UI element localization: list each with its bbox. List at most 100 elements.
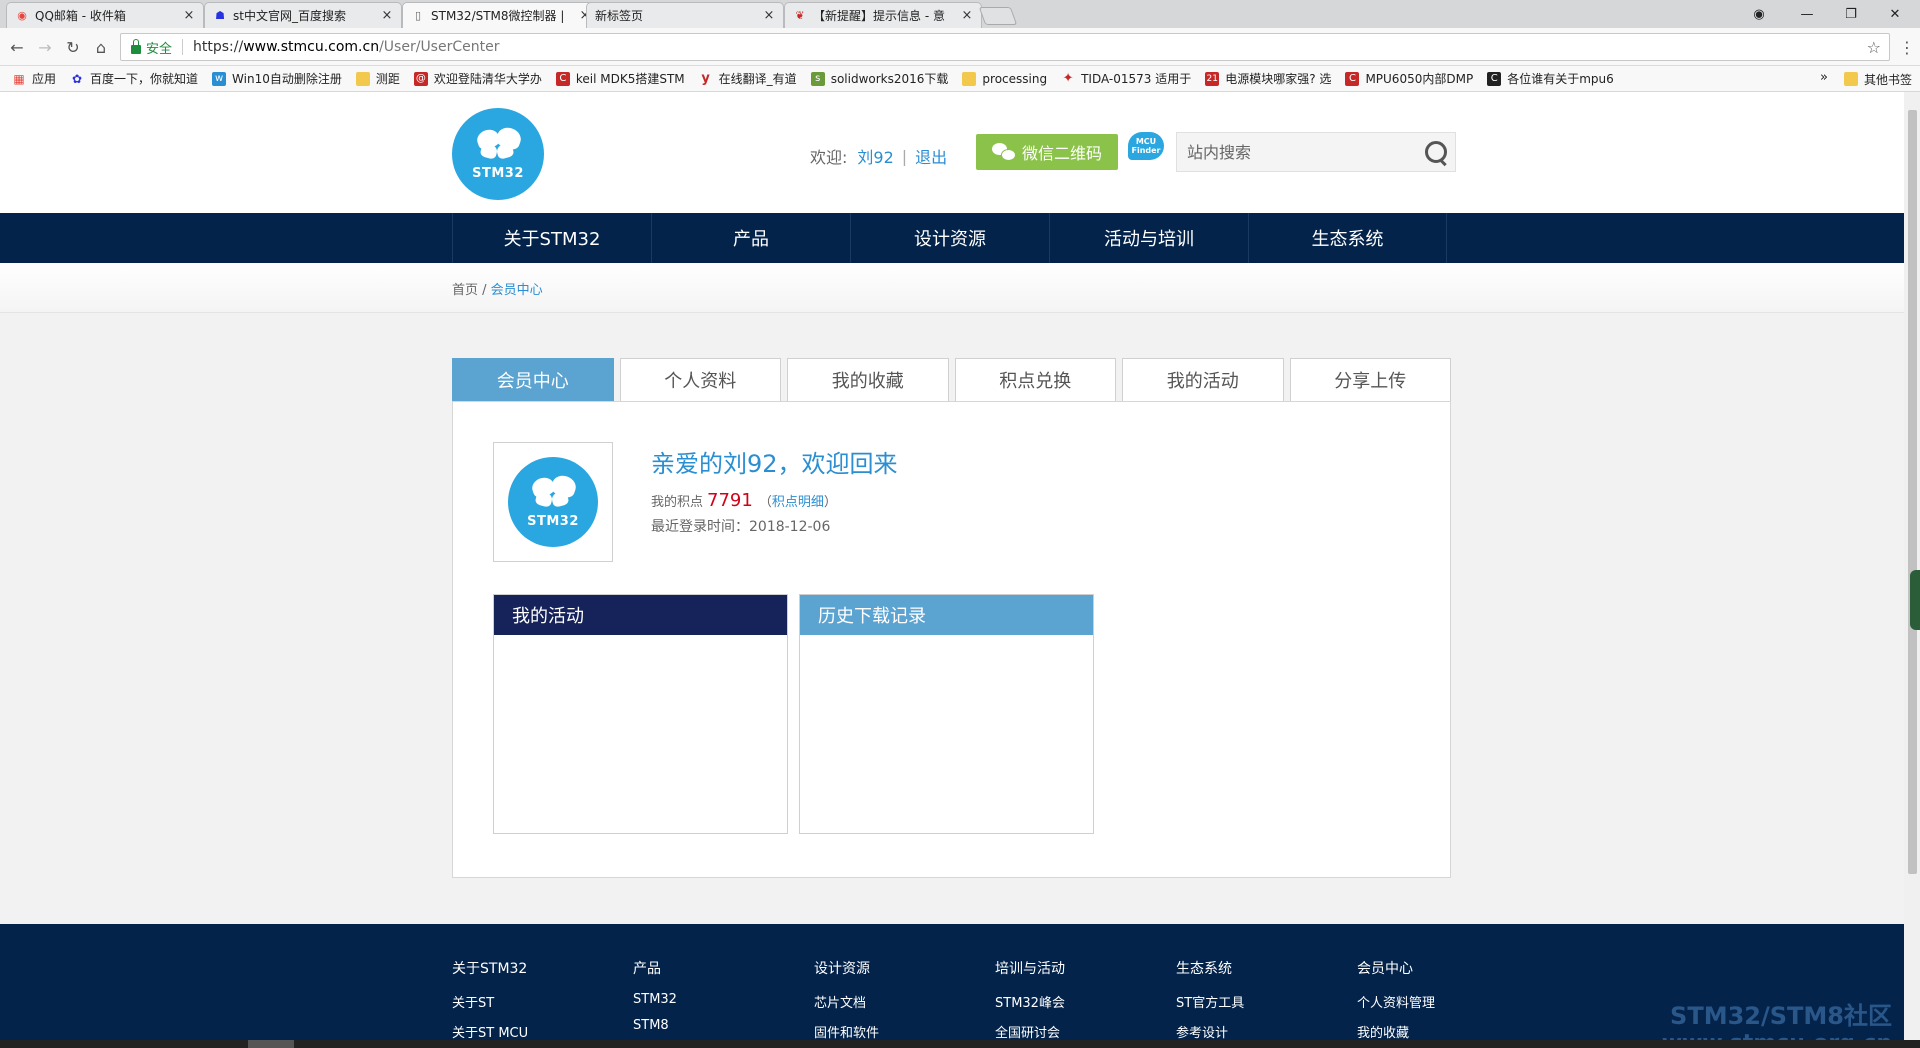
csdn-favicon-icon: C [555,71,570,86]
footer-heading[interactable]: 关于STM32 [452,958,528,978]
folder-icon [962,71,977,86]
footer-heading[interactable]: 生态系统 [1176,958,1244,978]
tab-title: 新标签页 [595,9,644,23]
nav-item-products[interactable]: 产品 [651,213,850,263]
folder-icon [1843,72,1858,86]
browser-tab-stmcu[interactable]: ▯ STM32/STM8微控制器 | × [402,2,600,28]
scrollbar-thumb[interactable] [1908,110,1917,874]
bookmark-label: solidworks2016下载 [830,72,949,86]
tab-close-icon[interactable]: × [763,8,775,23]
tab-title: 【新提醒】提示信息 - 意 [813,9,945,23]
footer-link[interactable]: ST官方工具 [1176,992,1244,1011]
tab-share-upload[interactable]: 分享上传 [1289,358,1451,402]
footer-link[interactable]: 全国研讨会 [995,1022,1065,1041]
new-tab-button[interactable] [978,7,1018,25]
bookmark-item[interactable]: 21 电源模块哪家强? 选 [1205,70,1331,87]
bookmark-item[interactable]: w Win10自动删除注册 [212,70,342,87]
footer-link[interactable]: STM32峰会 [995,992,1065,1011]
url-text[interactable]: https://www.stmcu.com.cn/User/UserCenter [193,39,499,55]
restore-icon[interactable]: ❐ [1830,0,1872,28]
url-host: www.stmcu.com.cn [243,39,380,55]
tab-close-icon[interactable]: × [381,8,393,23]
youdao-favicon-icon: y [701,71,710,86]
search-input[interactable] [1177,133,1415,171]
forward-icon[interactable]: → [34,36,56,58]
points-detail-link[interactable]: 积点明细 [772,491,824,510]
footer-link[interactable]: 芯片文档 [814,992,879,1011]
browser-tab-qqmail[interactable]: ◉ QQ邮箱 - 收件箱 × [6,2,204,28]
bookmark-star-icon[interactable]: ☆ [1867,38,1881,57]
bookmark-item[interactable]: ▦ 应用 [12,70,56,87]
bookmark-item[interactable]: ✿ 百度一下，你就知道 [70,70,198,87]
tab-points-exchange[interactable]: 积点兑换 [954,358,1116,402]
tab-title: QQ邮箱 - 收件箱 [35,9,126,23]
other-bookmarks[interactable]: 其他书签 [1843,66,1912,92]
baidu-favicon-icon: ☗ [215,9,225,22]
menu-icon[interactable]: ⋮ [1896,36,1918,58]
bookmark-item[interactable]: C MPU6050内部DMP [1345,70,1473,87]
profile-icon[interactable]: ◉ [1738,0,1780,28]
reload-icon[interactable]: ↻ [62,36,84,58]
footer-link[interactable]: 参考设计 [1176,1022,1244,1041]
footer-link[interactable]: 我的收藏 [1357,1022,1435,1041]
footer-heading[interactable]: 培训与活动 [995,958,1065,978]
avatar[interactable]: STM32 [493,442,613,562]
nav-item-about[interactable]: 关于STM32 [452,213,651,263]
tab-favorites[interactable]: 我的收藏 [787,358,949,402]
footer-link[interactable]: 固件和软件 [814,1022,879,1041]
bookmark-item[interactable]: C 各位谁有关于mpu6 [1487,70,1614,87]
side-widget-handle[interactable] [1910,570,1920,630]
browser-tab-baidu[interactable]: ☗ st中文官网_百度搜索 × [204,2,402,28]
minimize-icon[interactable]: — [1786,0,1828,28]
apps-grid-icon: ▦ [13,71,25,86]
bookmark-item[interactable]: @ 欢迎登陆清华大学办 [413,70,542,87]
nav-item-design-resources[interactable]: 设计资源 [850,213,1049,263]
tab-close-icon[interactable]: × [961,8,973,23]
bookmark-item[interactable]: Ckeil MDK5搭建STM [555,70,685,87]
browser-tab-newtab[interactable]: 新标签页 × [586,2,784,28]
avatar-logo-text: STM32 [527,513,579,529]
bookmarks-more-icon[interactable]: » [1820,70,1828,85]
footer-heading[interactable]: 产品 [633,958,677,978]
home-icon[interactable]: ⌂ [90,36,112,58]
search-icon[interactable] [1415,133,1455,171]
footer-link[interactable]: 个人资料管理 [1357,992,1435,1011]
bookmark-item[interactable]: processing [962,71,1047,86]
mcu-finder-icon[interactable]: MCU Finder [1128,132,1168,168]
tab-title: st中文官网_百度搜索 [233,9,346,23]
footer-link[interactable]: 关于ST [452,992,528,1011]
footer-heading[interactable]: 设计资源 [814,958,879,978]
bookmark-item[interactable]: ✦ TIDA-01573 适用于 [1061,70,1192,87]
bookmark-label: MPU6050内部DMP [1365,72,1474,86]
bookmark-item[interactable]: 测距 [355,70,400,87]
wechat-qrcode-button[interactable]: 微信二维码 [976,134,1118,170]
points-link-close: ） [823,495,837,510]
bookmark-item[interactable]: y 在线翻译_有道 [699,70,796,87]
tab-profile[interactable]: 个人资料 [619,358,781,402]
breadcrumb-home[interactable]: 首页 [452,283,478,298]
footer-link[interactable]: STM32 [633,992,677,1007]
stm32-logo[interactable]: STM32 [452,108,544,200]
close-window-icon[interactable]: ✕ [1874,0,1916,28]
footer-link[interactable]: STM8 [633,1018,677,1033]
bookmark-label: 欢迎登陆清华大学办 [433,72,542,86]
welcome-divider: | [901,146,908,166]
footer-link[interactable]: 关于ST MCU [452,1022,528,1041]
nav-item-events-training[interactable]: 活动与培训 [1049,213,1248,263]
folder-icon [355,71,370,86]
back-icon[interactable]: ← [6,36,28,58]
bookmark-item[interactable]: s solidworks2016下载 [810,70,949,87]
browser-tab-forum[interactable]: ❦ 【新提醒】提示信息 - 意 × [784,2,982,28]
footer-column-products: 产品 STM32 STM8 [633,958,677,1044]
nav-item-ecosystem[interactable]: 生态系统 [1248,213,1447,263]
footer-heading[interactable]: 会员中心 [1357,958,1435,978]
taskbar-segment [248,1040,294,1048]
logout-link[interactable]: 退出 [915,144,947,168]
tab-my-activities[interactable]: 我的活动 [1122,358,1284,402]
username-link[interactable]: 刘92 [857,144,893,168]
tab-member-center[interactable]: 会员中心 [452,358,614,402]
wechat-button-label: 微信二维码 [1021,144,1102,163]
tab-close-icon[interactable]: × [183,8,195,23]
breadcrumb-current[interactable]: 会员中心 [491,283,543,298]
address-bar[interactable]: 安全 https://www.stmcu.com.cn/User/UserCen… [120,33,1890,61]
